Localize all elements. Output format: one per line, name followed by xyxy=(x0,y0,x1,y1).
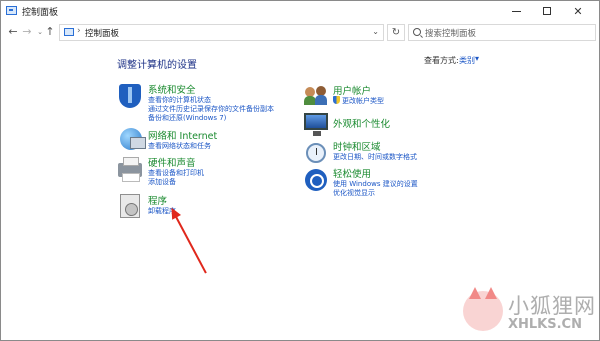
refresh-icon: ↻ xyxy=(391,27,401,38)
view-by-label: 查看方式: xyxy=(424,56,459,65)
forward-button[interactable]: → xyxy=(20,25,34,39)
address-dropdown-icon[interactable]: ⌄ xyxy=(372,27,379,36)
refresh-button[interactable]: ↻ xyxy=(387,24,405,41)
monitor-icon[interactable] xyxy=(303,110,329,136)
back-button[interactable]: ← xyxy=(6,25,20,39)
watermark-en: XHLKS.CN xyxy=(508,317,582,332)
window-title: 控制面板 xyxy=(22,8,59,18)
minimize-button[interactable] xyxy=(501,1,531,21)
control-panel-icon xyxy=(6,6,17,15)
navigation-bar: ← → ⌄ ↑ › 控制面板 ⌄ ↻ 搜索控制面板 xyxy=(1,22,599,44)
printer-icon[interactable] xyxy=(117,157,143,183)
chevron-down-icon[interactable]: ▾ xyxy=(475,54,479,63)
category-network-internet[interactable]: 网络和 Internet xyxy=(148,128,217,142)
category-programs[interactable]: 程序 xyxy=(148,193,167,207)
program-icon[interactable] xyxy=(117,193,143,219)
network-icon[interactable] xyxy=(117,126,146,152)
link-backup-restore[interactable]: 备份和还原(Windows 7) xyxy=(148,113,226,123)
link-network-status[interactable]: 查看网络状态和任务 xyxy=(148,141,211,151)
maximize-icon xyxy=(543,7,551,15)
category-appearance-personalization[interactable]: 外观和个性化 xyxy=(333,116,390,130)
link-add-device[interactable]: 添加设备 xyxy=(148,177,176,187)
category-user-accounts[interactable]: 用户帐户 xyxy=(333,83,371,97)
category-ease-of-access[interactable]: 轻松使用 xyxy=(333,166,371,180)
link-change-account-type-label: 更改帐户类型 xyxy=(342,97,384,105)
watermark-cn: 小狐狸网 xyxy=(508,294,596,318)
link-optimize-visual-display[interactable]: 优化视觉显示 xyxy=(333,188,375,198)
control-panel-small-icon xyxy=(64,28,74,36)
category-system-security[interactable]: 系统和安全 xyxy=(148,82,196,96)
shield-icon[interactable] xyxy=(117,83,143,109)
view-by-dropdown[interactable]: 类别 xyxy=(459,55,475,66)
link-change-date-time-format[interactable]: 更改日期、时间或数字格式 xyxy=(333,152,417,162)
accessibility-icon[interactable] xyxy=(303,167,329,193)
category-clock-region[interactable]: 时钟和区域 xyxy=(333,139,381,153)
watermark-fox-logo xyxy=(463,287,503,331)
annotation-arrow-head xyxy=(167,205,181,220)
category-hardware-sound[interactable]: 硬件和声音 xyxy=(148,155,196,169)
minimize-icon xyxy=(511,10,521,12)
clock-icon[interactable] xyxy=(303,140,329,166)
address-bar[interactable]: › 控制面板 ⌄ xyxy=(59,24,384,41)
up-button[interactable]: ↑ xyxy=(43,25,57,39)
close-button[interactable]: ✕ xyxy=(563,1,593,21)
breadcrumb-separator[interactable]: › xyxy=(77,26,81,36)
annotation-arrow-shaft xyxy=(173,212,207,274)
control-panel-window: 控制面板 ✕ ← → ⌄ ↑ › 控制面板 ⌄ ↻ 搜索控制面板 调整计算机的设… xyxy=(0,0,600,341)
close-icon: ✕ xyxy=(573,4,583,18)
search-placeholder: 搜索控制面板 xyxy=(425,29,477,39)
maximize-button[interactable] xyxy=(532,1,562,21)
link-change-account-type[interactable]: 更改帐户类型 xyxy=(333,96,384,106)
user-accounts-icon[interactable] xyxy=(303,83,329,109)
title-bar: 控制面板 ✕ xyxy=(1,1,599,21)
search-input[interactable]: 搜索控制面板 xyxy=(408,24,596,41)
uac-shield-icon xyxy=(333,96,340,104)
breadcrumb-control-panel[interactable]: 控制面板 xyxy=(85,27,119,39)
search-icon xyxy=(413,28,421,36)
page-title: 调整计算机的设置 xyxy=(117,60,197,71)
